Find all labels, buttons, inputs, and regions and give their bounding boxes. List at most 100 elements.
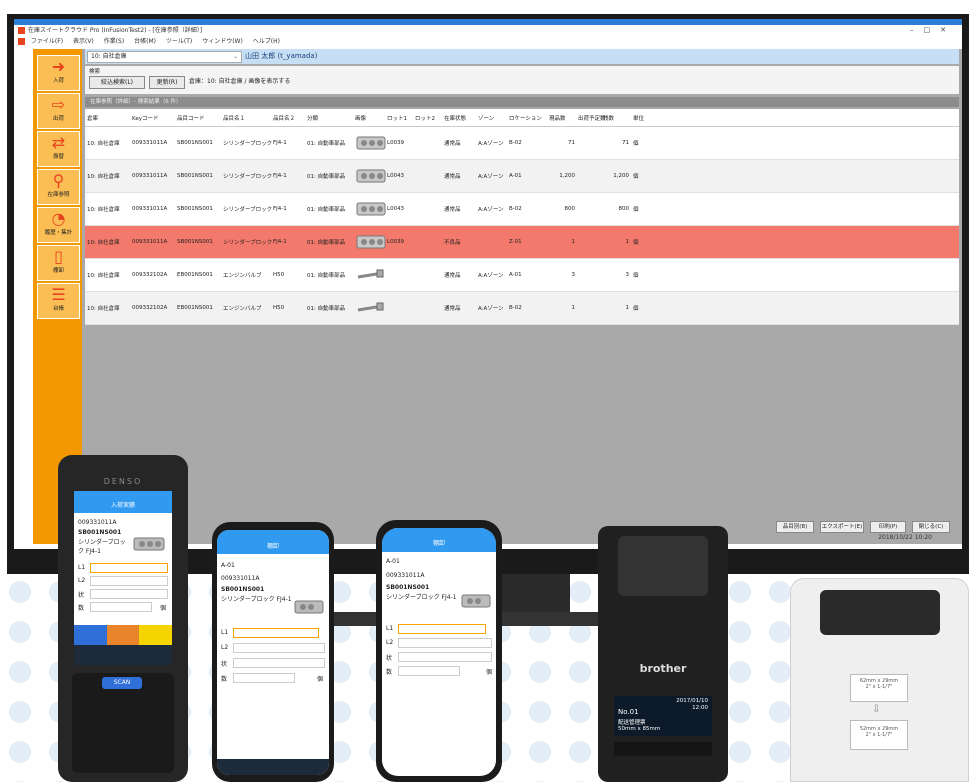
table-row[interactable]: 10: 自社倉庫 009331011A SB001NS001 シリンダーブロック FJ4… bbox=[85, 226, 959, 259]
lot2-input[interactable] bbox=[90, 576, 168, 586]
sidebar-item-inventory[interactable]: ⚲ 在庫参照 bbox=[37, 169, 80, 205]
table-cell: 個 bbox=[633, 306, 639, 312]
table-cell: 通常品 bbox=[444, 141, 461, 147]
menu-window[interactable]: ウィンドウ(W) bbox=[202, 36, 243, 48]
lot2-input[interactable] bbox=[233, 643, 325, 653]
qty-input[interactable] bbox=[233, 673, 295, 683]
table-cell: シリンダーブロック bbox=[223, 174, 273, 180]
table-cell: SB001NS001 bbox=[177, 206, 213, 212]
column-header-category[interactable]: 分類 bbox=[307, 109, 359, 126]
column-header-location[interactable]: ロケーション bbox=[509, 109, 553, 126]
status-input[interactable] bbox=[90, 589, 168, 599]
phone2-title: 棚卸 bbox=[382, 528, 496, 552]
table-cell bbox=[415, 259, 441, 291]
back-softkey[interactable] bbox=[74, 625, 107, 645]
label2-size-in: 2" x 1-1/7" bbox=[865, 732, 893, 738]
table-cell: A-01 bbox=[509, 272, 522, 278]
minimize-icon[interactable]: – bbox=[910, 26, 924, 34]
valve-image bbox=[355, 292, 387, 324]
field-label-l1: L1 bbox=[78, 564, 86, 571]
qty-input[interactable] bbox=[90, 602, 152, 612]
table-cell bbox=[415, 127, 441, 159]
table-row[interactable]: 10: 自社倉庫 009332102A EB001NS001 エンジンバルブ H50 01… bbox=[85, 292, 959, 325]
menu-help[interactable]: ヘルプ(H) bbox=[253, 36, 280, 48]
table-cell: 009331011A bbox=[132, 239, 168, 245]
refresh-button[interactable]: 更新(R) bbox=[149, 76, 185, 89]
column-header-item-name2[interactable]: 品目名２ bbox=[273, 109, 309, 126]
menu-work[interactable]: 作業(S) bbox=[104, 36, 125, 48]
table-cell: 10: 自社倉庫 bbox=[87, 207, 120, 213]
unit-label: 個 bbox=[160, 605, 167, 612]
lot1-input[interactable] bbox=[90, 563, 168, 573]
lot1-input[interactable] bbox=[398, 624, 486, 634]
column-header-key-code[interactable]: Keyコード bbox=[132, 109, 178, 126]
menu-ledger[interactable]: 台帳(M) bbox=[134, 36, 156, 48]
table-cell: 01: 自動車部品 bbox=[307, 240, 346, 246]
table-cell: エンジンバルブ bbox=[223, 273, 262, 279]
sidebar-item-stocktake[interactable]: ▯ 棚卸 bbox=[37, 245, 80, 281]
sidebar-item-label: 出荷 bbox=[52, 116, 64, 122]
column-header-item-name1[interactable]: 品目名１ bbox=[223, 109, 275, 126]
table-cell bbox=[387, 292, 413, 324]
table-cell: 71 bbox=[622, 140, 629, 146]
table-cell: 通常品 bbox=[444, 306, 461, 312]
table-cell: FJ4-1 bbox=[273, 140, 287, 146]
column-header-stock-status[interactable]: 在庫状態 bbox=[444, 109, 482, 126]
printer-buttons[interactable] bbox=[614, 742, 712, 756]
menu-view[interactable]: 表示(V) bbox=[73, 36, 94, 48]
column-header-unit[interactable]: 単位 bbox=[633, 109, 653, 126]
warehouse-select[interactable]: 10: 自社倉庫 ⌄ bbox=[87, 51, 242, 63]
column-header-remaining[interactable]: 残数 bbox=[603, 109, 635, 126]
table-row[interactable]: 10: 自社倉庫 009331011A SB001NS001 シリンダーブロック FJ4… bbox=[85, 127, 959, 160]
table-cell bbox=[415, 292, 441, 324]
table-row[interactable]: 10: 自社倉庫 009332102A EB001NS001 エンジンバルブ H50 01… bbox=[85, 259, 959, 292]
maximize-icon[interactable]: □ bbox=[924, 26, 941, 34]
status-input[interactable] bbox=[398, 652, 492, 662]
column-header-lot2[interactable]: ロット2 bbox=[415, 109, 447, 126]
by-item-button[interactable]: 品目別(B) bbox=[776, 521, 814, 533]
table-cell: 10: 自社倉庫 bbox=[87, 174, 120, 180]
lot1-input[interactable] bbox=[233, 628, 319, 638]
handheld-title: 入荷実績 bbox=[74, 491, 172, 513]
table-row[interactable]: 10: 自社倉庫 009331011A SB001NS001 シリンダーブロック FJ4… bbox=[85, 160, 959, 193]
filter-search-button[interactable]: 絞込検索(L) bbox=[89, 76, 145, 89]
table-cell: 009332102A bbox=[132, 305, 168, 311]
warehouse-select-value: 10: 自社倉庫 bbox=[91, 53, 127, 60]
window-controls[interactable]: –□✕ bbox=[910, 25, 956, 36]
display-date: 2017/01/10 bbox=[676, 698, 708, 704]
close-icon[interactable]: ✕ bbox=[940, 26, 956, 34]
table-cell: H50 bbox=[273, 272, 285, 278]
status-input[interactable] bbox=[233, 658, 325, 668]
next-softkey[interactable] bbox=[139, 625, 172, 645]
table-row[interactable]: 10: 自社倉庫 009331011A SB001NS001 シリンダーブロック FJ4… bbox=[85, 193, 959, 226]
column-header-item-code[interactable]: 品目コード bbox=[177, 109, 227, 126]
window-title: 在庫スイートクラウド Pro (InFusionTest2) - [在庫参照（詳… bbox=[28, 27, 203, 34]
item-image bbox=[133, 537, 165, 551]
menu-file[interactable]: ファイル(F) bbox=[31, 36, 63, 48]
menu-tools[interactable]: ツール(T) bbox=[166, 36, 192, 48]
sidebar-item-shipping[interactable]: ⇨ 出荷 bbox=[37, 93, 80, 129]
table-cell: 10: 自社倉庫 bbox=[87, 273, 120, 279]
scan-key[interactable]: SCAN bbox=[102, 677, 142, 689]
table-header: 倉庫 Keyコード 品目コード 品目名１ 品目名２ 分類 画像 ロット1 ロット2 在庫状態 ゾーン… bbox=[85, 109, 959, 127]
table-cell: 個 bbox=[633, 174, 639, 180]
column-header-scheduled[interactable]: 出荷予定数 bbox=[578, 109, 606, 126]
search-softkey[interactable] bbox=[107, 625, 139, 645]
table-cell: 1 bbox=[571, 305, 576, 311]
close-button[interactable]: 閉じる(C) bbox=[912, 521, 950, 533]
column-header-warehouse[interactable]: 倉庫 bbox=[87, 109, 133, 126]
column-header-zone[interactable]: ゾーン bbox=[478, 109, 512, 126]
sidebar-item-receiving[interactable]: ➜ 入荷 bbox=[37, 55, 80, 91]
lot2-input[interactable] bbox=[398, 638, 492, 648]
table-cell: 10: 自社倉庫 bbox=[87, 240, 120, 246]
table-cell: 800 bbox=[618, 206, 630, 212]
print-button[interactable]: 印刷(P) bbox=[870, 521, 906, 533]
column-header-on-hand[interactable]: 現品数 bbox=[549, 109, 581, 126]
table-cell: 個 bbox=[633, 240, 639, 246]
qty-input[interactable] bbox=[398, 666, 460, 676]
table-cell: 009331011A bbox=[132, 206, 168, 212]
export-button[interactable]: エクスポート(E) bbox=[820, 521, 864, 533]
sidebar-item-ledger[interactable]: ☰ 台帳 bbox=[37, 283, 80, 319]
sidebar-item-history[interactable]: ◔ 履歴・集計 bbox=[37, 207, 80, 243]
sidebar-item-transfer[interactable]: ⇄ 振替 bbox=[37, 131, 80, 167]
